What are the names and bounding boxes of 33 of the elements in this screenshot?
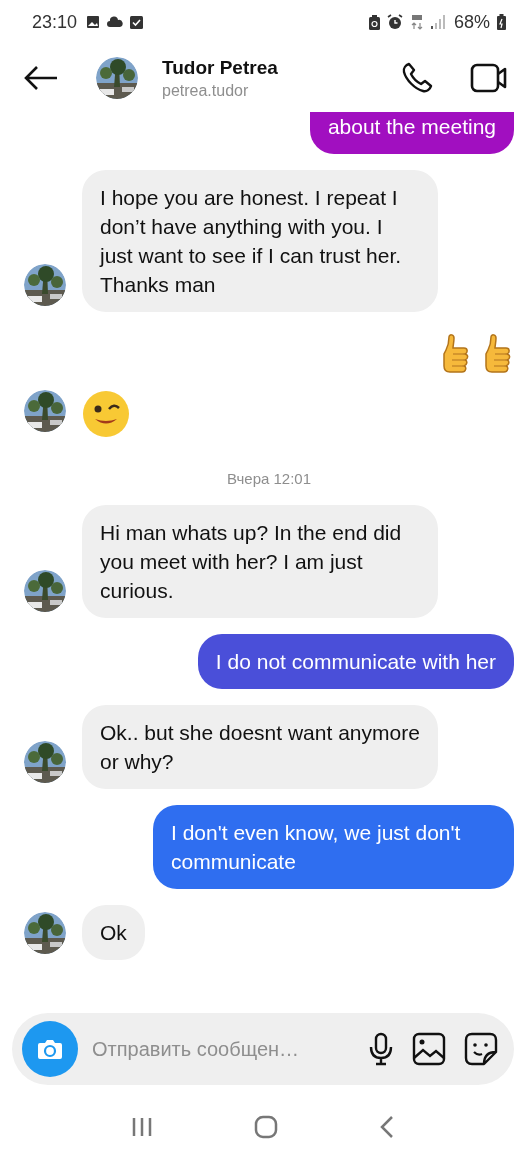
status-time: 23:10 [32, 11, 78, 33]
phone-icon[interactable] [400, 61, 434, 95]
home-icon[interactable] [254, 1115, 278, 1139]
contact-name[interactable]: Tudor Petrea [162, 56, 400, 79]
signal-icon [430, 15, 447, 29]
winking-face-icon [82, 390, 130, 438]
message-bubble: I hope you are honest. I repeat I don’t have anything with you. I just want to see if I can trust her. Thanks man [82, 170, 438, 312]
message-bubble: about the meeting [309, 112, 514, 154]
mobile-data-icon [409, 14, 424, 30]
camera-icon [37, 1038, 63, 1060]
back-icon[interactable] [379, 1115, 396, 1139]
video-camera-icon[interactable] [470, 63, 508, 93]
back-arrow-icon[interactable] [24, 65, 58, 91]
message-bubble: Hi man whats up? In the end did you meet with her? I am just curious. [82, 505, 438, 618]
message-bubble: Ok [82, 905, 145, 960]
microphone-icon[interactable] [368, 1032, 394, 1066]
battery-icon [497, 14, 506, 30]
camera-button[interactable] [22, 1021, 78, 1077]
checkbox-icon [130, 15, 144, 29]
message-input[interactable]: Отправить сообщен… [90, 1036, 350, 1062]
sticker-icon[interactable] [464, 1032, 498, 1066]
timestamp: Вчера 12:01 [226, 470, 312, 487]
message-bubble: Ok.. but she doesnt want anymore or why? [82, 705, 438, 789]
battery-saver-icon [368, 14, 380, 30]
contact-username: petrea.tudor [162, 81, 250, 100]
cloud-icon [107, 16, 124, 28]
gallery-icon [86, 15, 101, 29]
message-bubble: I do not communicate with her [197, 634, 514, 689]
recent-apps-icon[interactable] [130, 1116, 153, 1138]
alarm-icon [386, 14, 403, 30]
battery-percent: 68% [453, 11, 490, 33]
image-icon[interactable] [412, 1032, 446, 1066]
message-bubble: I don't even know, we just don't communicate [153, 805, 514, 889]
